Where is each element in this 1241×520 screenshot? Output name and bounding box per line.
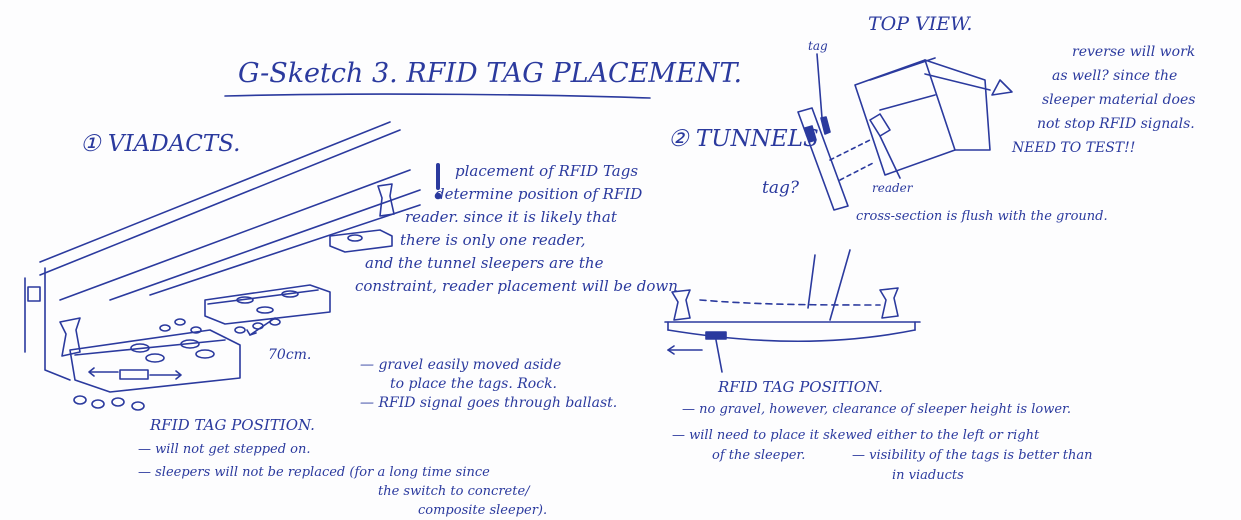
viaduct-sleeper	[70, 330, 240, 392]
tunnel-rfid-tag	[706, 332, 726, 339]
tag-question-label: tag?	[762, 178, 799, 198]
reader-label: reader	[872, 181, 913, 195]
viaduct-placement-note: placement of RFID Tags determine positio…	[355, 162, 678, 295]
tunnel-tag-position-notes: — no gravel, however, clearance of sleep…	[672, 402, 1093, 483]
viaducts-heading: ① VIADACTS.	[80, 131, 241, 157]
viaduct-pros: — gravel easily moved aside to place the…	[360, 357, 618, 411]
tunnels-heading: ② TUNNELS	[668, 126, 819, 152]
tag-label: tag	[808, 39, 828, 53]
cross-section-note: cross-section is flush with the ground.	[856, 209, 1108, 224]
reverse-note: reverse will work as well? since the sle…	[1012, 44, 1196, 156]
sketch-title: G-Sketch 3. RFID TAG PLACEMENT.	[238, 58, 743, 89]
title-underline	[225, 94, 650, 98]
viaduct-rfid-tag	[120, 370, 148, 379]
viaduct-tag-position-heading: RFID TAG POSITION.	[150, 416, 315, 434]
top-view-label: TOP VIEW.	[868, 13, 973, 35]
tunnel-cross-section-sketch	[665, 250, 920, 372]
viaduct-tag-position-notes: — will not get stepped on. — sleepers wi…	[138, 442, 548, 518]
tunnel-tag-position-heading: RFID TAG POSITION.	[718, 378, 883, 396]
viaduct-dimension-label: 70cm.	[268, 347, 312, 363]
